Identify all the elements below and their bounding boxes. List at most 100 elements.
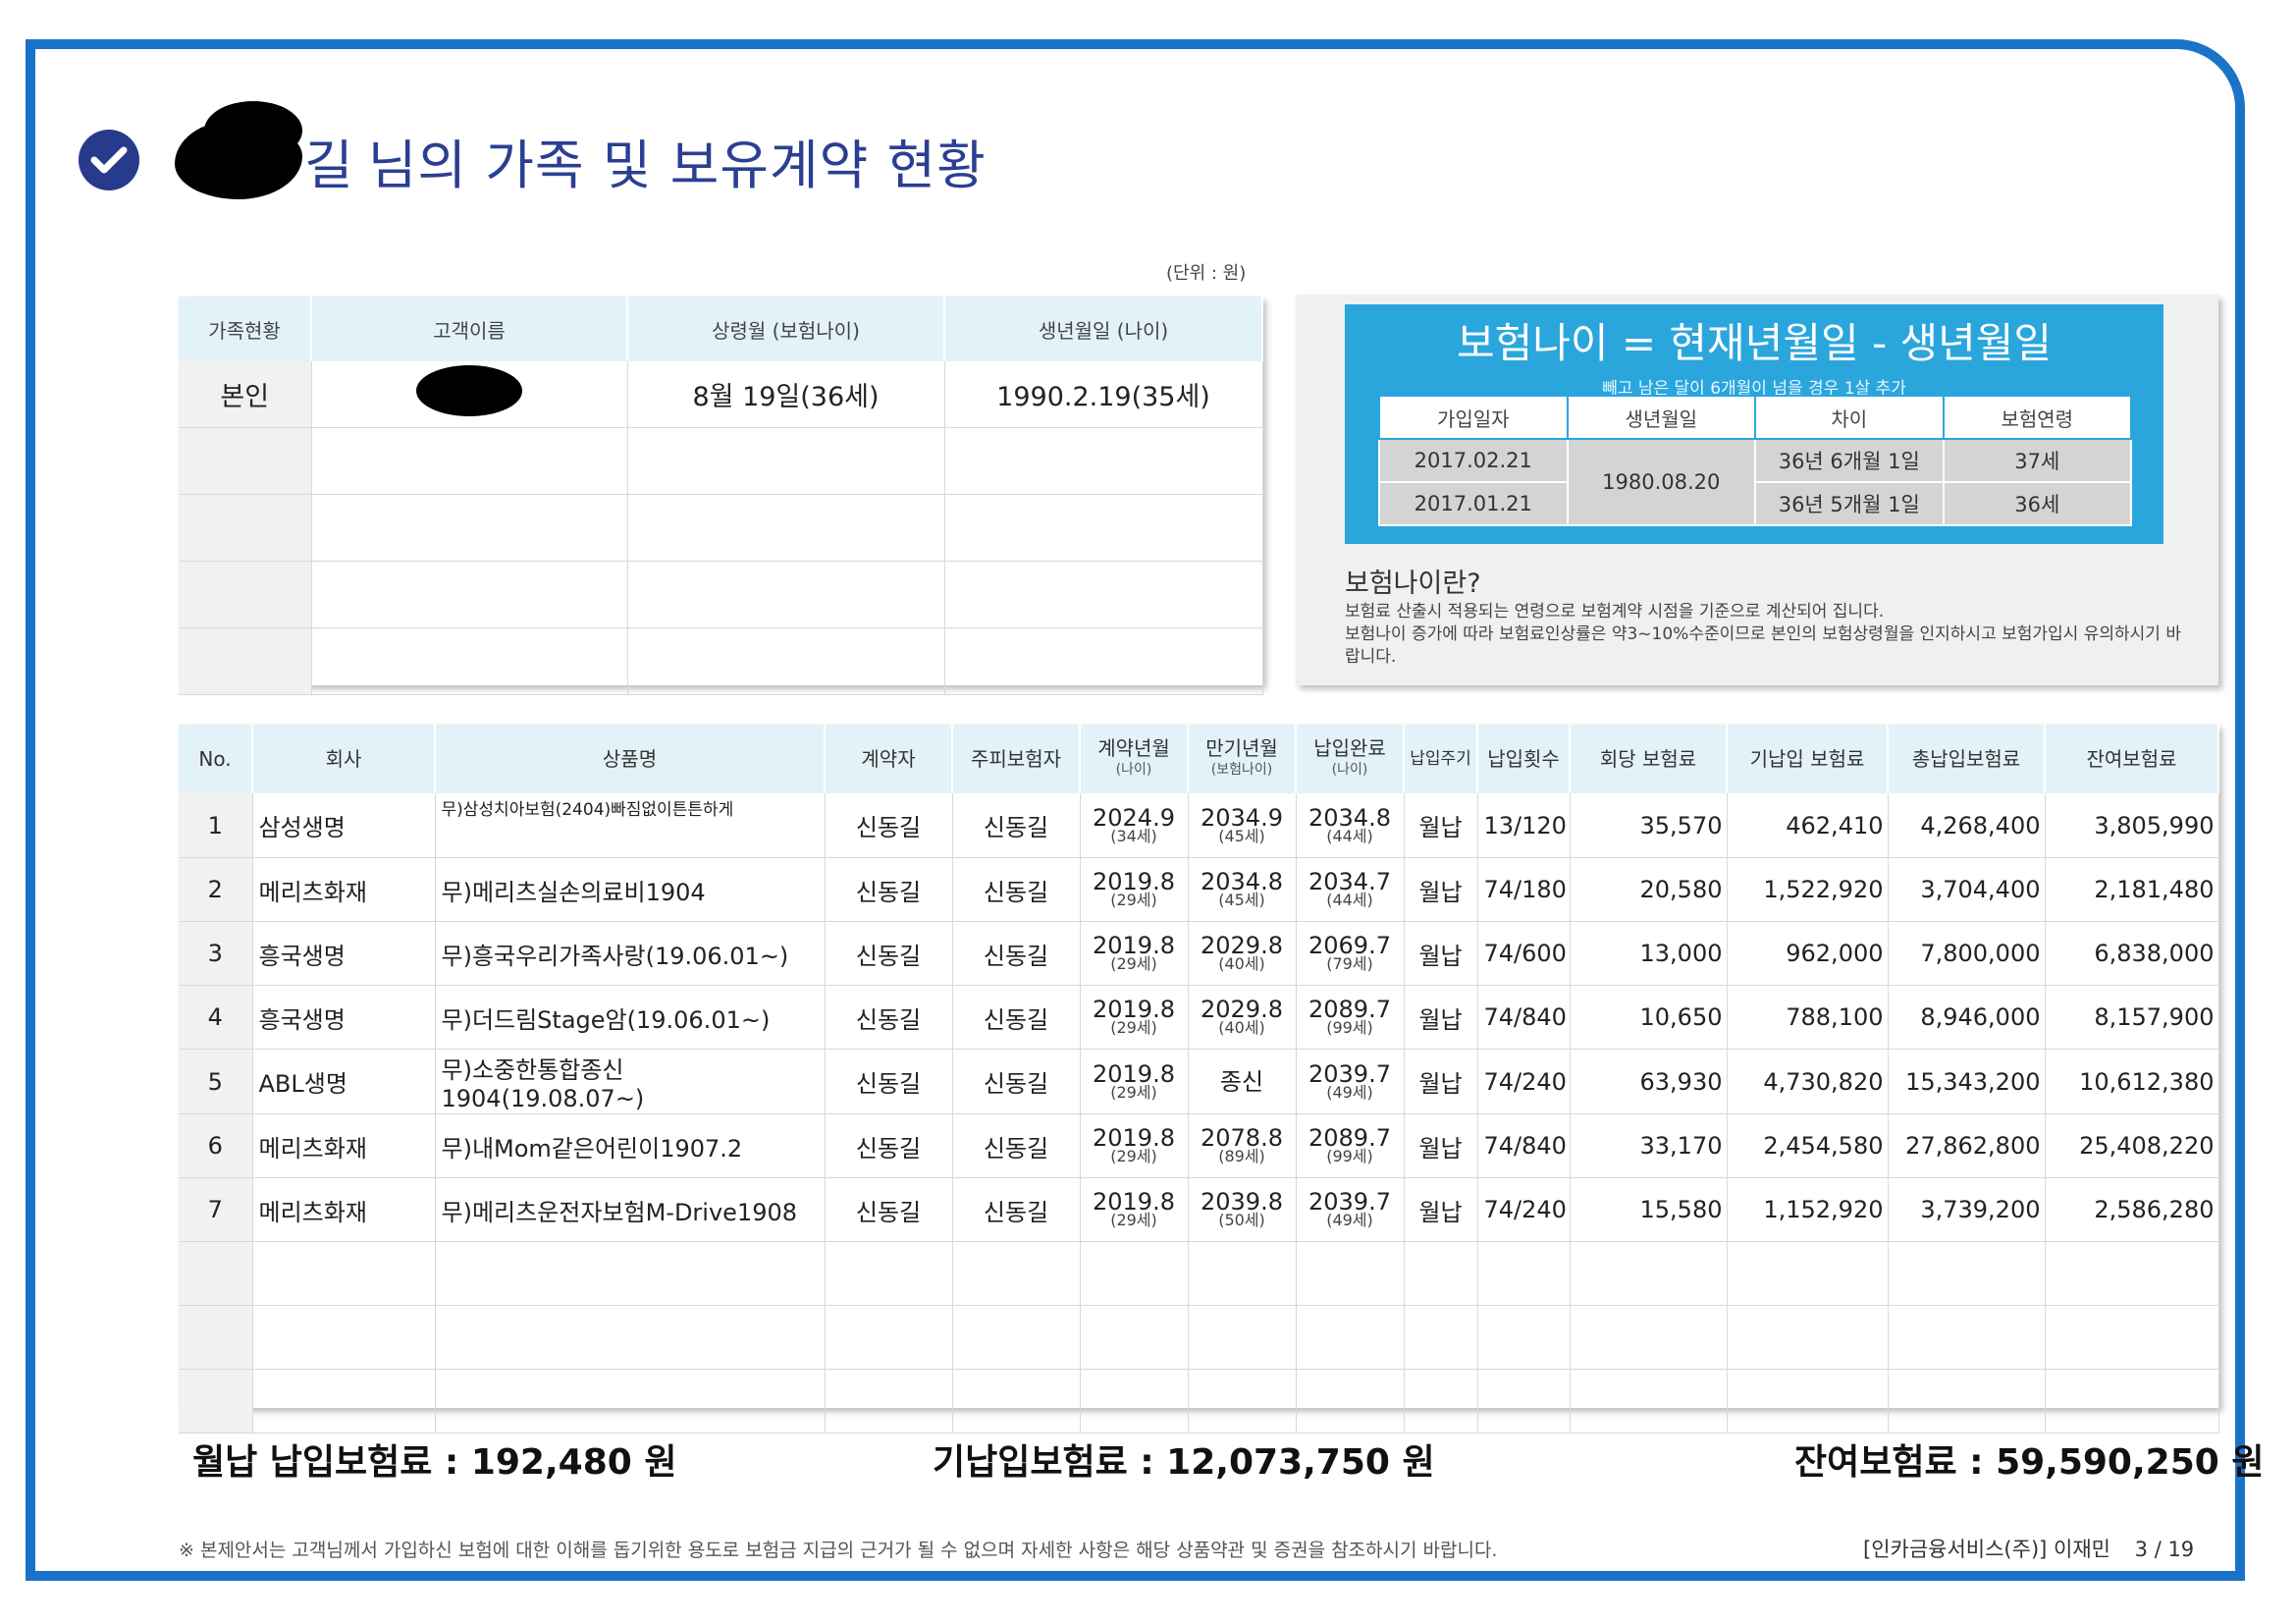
paid-end-date-age: (49세) — [1326, 1211, 1373, 1229]
maturity-date-value: 종신 — [1219, 1067, 1264, 1096]
header-contract-date: 계약년월 — [1097, 736, 1170, 760]
paid-end-date: 2039.7 (49세) — [1296, 1049, 1405, 1114]
contract-row: 6 메리츠화재 무)내Mom같은어린이1907.2 신동길 신동길 2019.8 (29세)… — [179, 1113, 2219, 1178]
paid-end-date: 2069.7 (79세) — [1296, 921, 1405, 986]
contract-company: 흥국생명 — [252, 985, 436, 1050]
redacted-name — [416, 365, 522, 416]
maturity-date-value: 2029.8 — [1201, 932, 1283, 959]
maturity-date-age: (40세) — [1218, 954, 1265, 973]
remaining-premium: 2,586,280 — [2045, 1177, 2219, 1242]
contract-row: 5 ABL생명 무)소중한통합종신1904(19.08.07~) 신동길 신동길 2019… — [179, 1049, 2219, 1114]
family-relation — [179, 561, 312, 628]
header-sub: (나이) — [1115, 762, 1152, 778]
total-paid: 기납입보험료 : 12,073,750 원 — [933, 1442, 1435, 1483]
maturity-date: 2029.8 (40세) — [1188, 921, 1297, 986]
contract-date-stack: 2019.8 (29세) — [1082, 934, 1187, 972]
payment-cycle: 월납 — [1404, 921, 1478, 986]
paid-premium: 462,410 — [1727, 793, 1889, 858]
empty-cell — [1888, 1369, 2046, 1434]
paid-end-date-value: 2039.7 — [1308, 1188, 1391, 1216]
age-question: 보험나이란? — [1345, 568, 1481, 599]
maturity-date: 2034.8 (45세) — [1188, 857, 1297, 922]
paid-end-date: 2089.7 (99세) — [1296, 1113, 1405, 1178]
contract-date-age: (29세) — [1110, 1082, 1157, 1102]
contract-date: 2024.9 (34세) — [1080, 793, 1189, 858]
payment-cycle: 월납 — [1404, 857, 1478, 922]
family-relation — [179, 627, 312, 695]
paid-end-date-value: 2039.7 — [1308, 1059, 1391, 1088]
remaining-premium: 10,612,380 — [2045, 1049, 2219, 1114]
paid-end-date-age: (44세) — [1326, 826, 1373, 845]
paid-end-date-stack: 2034.8 (44세) — [1298, 806, 1403, 845]
empty-cell — [1404, 1241, 1478, 1306]
contract-row: 4 흥국생명 무)더드림Stage암(19.06.01~) 신동길 신동길 2019.8(… — [179, 985, 2219, 1050]
contract-row: 1 삼성생명 무)삼성치아보험(2404)빠짐없이튼튼하게 신동길 신동길 2024.9(… — [179, 793, 2219, 858]
maturity-date-stack: 2034.8 (45세) — [1190, 870, 1295, 908]
family-header: 고객이름 — [311, 297, 628, 361]
family-row — [179, 627, 1263, 695]
contract-company: 삼성생명 — [252, 793, 436, 858]
age-join-date: 2017.02.21 — [1378, 438, 1569, 483]
contract-no: 4 — [179, 985, 253, 1050]
empty-cell — [1296, 1305, 1405, 1370]
contract-header: 납입횟수 — [1477, 725, 1571, 793]
empty-cell — [952, 1241, 1081, 1306]
maturity-date-stack: 2034.9 (45세) — [1190, 806, 1295, 844]
disclaimer: ※ 본제안서는 고객님께서 가입하신 보험에 대한 이해를 돕기위한 용도로 보… — [179, 1540, 1498, 1561]
contract-no: 3 — [179, 921, 253, 986]
family-name — [311, 561, 628, 628]
age-diff: 36년 6개월 1일 — [1754, 438, 1945, 483]
age-description: 보험료 산출시 적용되는 연령으로 보험계약 시점을 기준으로 계산되어 집니다… — [1345, 602, 2181, 667]
family-row — [179, 561, 1263, 628]
empty-cell — [1296, 1369, 1405, 1434]
family-birth — [944, 494, 1263, 562]
contract-contractor: 신동길 — [825, 1049, 953, 1114]
contract-header: 납입주기 — [1404, 725, 1478, 793]
paid-end-date-stack: 2069.7 (79세) — [1298, 932, 1403, 972]
remaining-premium: 8,157,900 — [2045, 985, 2219, 1050]
payment-cycle: 월납 — [1404, 793, 1478, 858]
contract-date: 2019.8 (29세) — [1080, 1177, 1189, 1242]
contract-company: 메리츠화재 — [252, 857, 436, 922]
empty-cell — [1570, 1241, 1728, 1306]
contract-contractor: 신동길 — [825, 921, 953, 986]
premium: 10,650 — [1570, 985, 1728, 1050]
empty-cell — [252, 1241, 436, 1306]
contract-date-stack: 2019.8 (29세) — [1082, 1190, 1187, 1228]
contract-product: 무)내Mom같은어린이1907.2 — [435, 1113, 826, 1178]
contract-date-age: (29세) — [1110, 1147, 1157, 1165]
contract-date: 2019.8 (29세) — [1080, 1113, 1189, 1178]
total-remaining: 잔여보험료 : 59,590,250 원 — [1794, 1442, 2265, 1483]
age-example-table: 가입일자 생년월일 차이 보험연령 2017.02.21 1980.08.20 … — [1378, 395, 2132, 526]
age-join-date: 2017.01.21 — [1378, 481, 1569, 526]
empty-cell — [1570, 1305, 1728, 1370]
empty-cell — [1080, 1305, 1189, 1370]
contract-header: 주피보험자 — [952, 725, 1081, 793]
contract-company: ABL생명 — [252, 1049, 436, 1114]
contract-insured: 신동길 — [952, 985, 1081, 1050]
family-age-month — [627, 627, 945, 695]
paid-end-date-age: (44세) — [1326, 891, 1373, 909]
empty-cell — [825, 1369, 953, 1434]
contract-date-age: (34세) — [1110, 826, 1157, 845]
contract-product: 무)메리츠실손의료비1904 — [435, 857, 826, 922]
contract-no: 2 — [179, 857, 253, 922]
age-formula-box: 보험나이 = 현재년월일 - 생년월일 빼고 남은 달이 6개월이 넘을 경우 … — [1345, 304, 2163, 544]
payment-cycle: 월납 — [1404, 1177, 1478, 1242]
empty-cell — [1188, 1369, 1297, 1434]
family-birth — [944, 561, 1263, 628]
contract-company: 메리츠화재 — [252, 1177, 436, 1242]
contract-row-empty — [179, 1369, 2219, 1434]
age-header: 차이 — [1754, 395, 1945, 440]
empty-cell — [1727, 1241, 1889, 1306]
payment-cycle: 월납 — [1404, 1049, 1478, 1114]
total-premium: 4,268,400 — [1888, 793, 2046, 858]
family-table: 가족현황 고객이름 상령월 (보험나이) 생년월일 (나이) 본인 8월 19일(… — [179, 297, 1263, 695]
paid-end-date-value: 2069.7 — [1308, 932, 1391, 959]
remaining-premium: 2,181,480 — [2045, 857, 2219, 922]
contract-date-age: (29세) — [1110, 1018, 1157, 1037]
header-paid-end: 납입완료 — [1313, 736, 1386, 760]
empty-cell — [1296, 1241, 1405, 1306]
contract-no: 5 — [179, 1049, 253, 1114]
total-premium: 27,862,800 — [1888, 1113, 2046, 1178]
